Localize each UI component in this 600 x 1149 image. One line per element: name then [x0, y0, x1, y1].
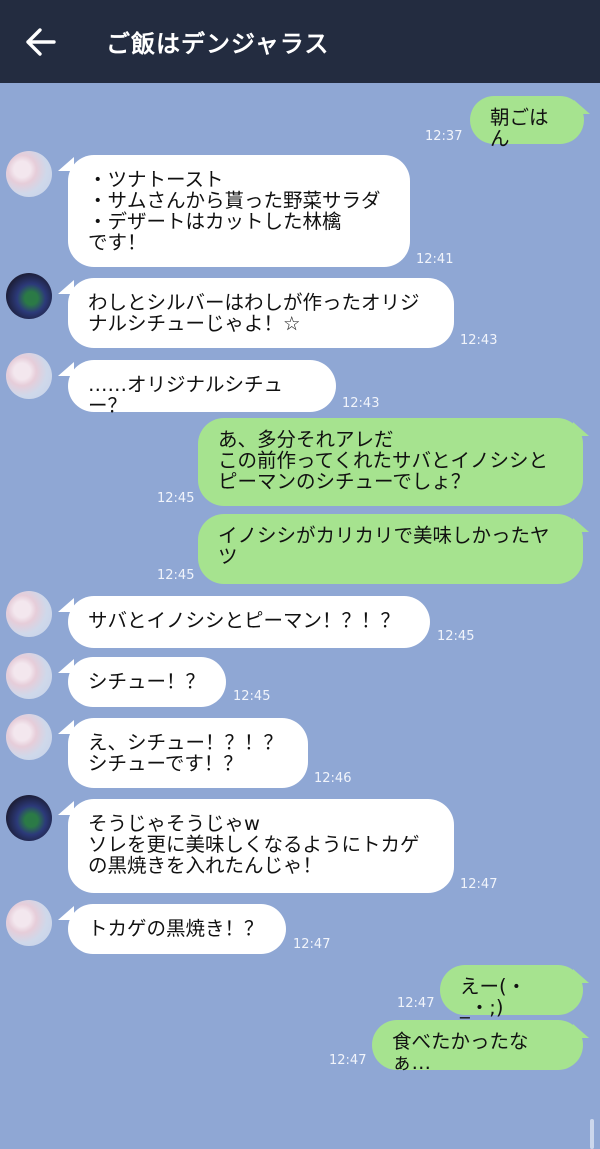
message-bubble[interactable]: あ、多分それアレだ この前作ってくれたサバとイノシシと ピーマンのシチューでしょ…	[198, 418, 583, 506]
message-list[interactable]: 朝ごはん 12:37 ・ツナトースト ・サムさんから貰った野菜サラダ ・デザートはカ…	[0, 83, 600, 1149]
avatar-blossom[interactable]	[6, 151, 52, 197]
message-bubble[interactable]: 朝ごはん	[470, 96, 584, 149]
scrollbar[interactable]	[590, 1119, 594, 1149]
avatar-blossom[interactable]	[6, 900, 52, 946]
message-timestamp: 12:45	[157, 491, 195, 506]
message-timestamp: 12:43	[342, 396, 380, 411]
message-bubble[interactable]: ・ツナトースト ・サムさんから貰った野菜サラダ ・デザートはカットした林檎 です…	[68, 155, 410, 267]
chat-title: ご飯はデンジャラス	[106, 30, 330, 58]
avatar-blossom[interactable]	[6, 653, 52, 699]
avatar-dark[interactable]	[6, 273, 52, 319]
message-bubble[interactable]: サバとイノシシとピーマン！？！？	[68, 596, 430, 648]
message-timestamp: 12:45	[157, 568, 195, 583]
avatar-blossom[interactable]	[6, 714, 52, 760]
message-timestamp: 12:43	[460, 333, 498, 348]
message-bubble[interactable]: わしとシルバーはわしが作ったオリジ ナルシチューじゃよ！☆	[68, 278, 454, 348]
message-bubble[interactable]: シチュー！？	[68, 657, 226, 707]
avatar-blossom[interactable]	[6, 591, 52, 637]
chat-header: ご飯はデンジャラス	[0, 0, 600, 83]
message-timestamp: 12:47	[460, 877, 498, 892]
message-bubble[interactable]: イノシシがカリカリで美味しかったヤ ツ	[198, 514, 583, 584]
message-bubble[interactable]: そうじゃそうじゃw ソレを更に美味しくなるようにトカゲ の黒焼きを入れたんじゃ！	[68, 799, 454, 893]
message-timestamp: 12:46	[314, 771, 352, 786]
message-bubble[interactable]: ……オリジナルシチュー？	[68, 360, 336, 416]
message-timestamp: 12:45	[233, 689, 271, 704]
message-timestamp: 12:47	[293, 937, 331, 952]
message-bubble[interactable]: え、シチュー！？！？ シチューです！？	[68, 718, 308, 788]
message-bubble[interactable]: トカゲの黒焼き！？	[68, 904, 286, 954]
message-timestamp: 12:45	[437, 629, 475, 644]
message-bubble[interactable]: えー(・_・;)	[440, 965, 583, 1018]
message-timestamp: 12:37	[425, 129, 463, 144]
avatar-dark[interactable]	[6, 795, 52, 841]
message-bubble[interactable]: 食べたかったなぁ…	[372, 1020, 583, 1073]
arrow-left-icon[interactable]	[24, 26, 58, 58]
message-timestamp: 12:47	[329, 1053, 367, 1068]
avatar-blossom[interactable]	[6, 353, 52, 399]
message-timestamp: 12:47	[397, 996, 435, 1011]
message-timestamp: 12:41	[416, 252, 454, 267]
